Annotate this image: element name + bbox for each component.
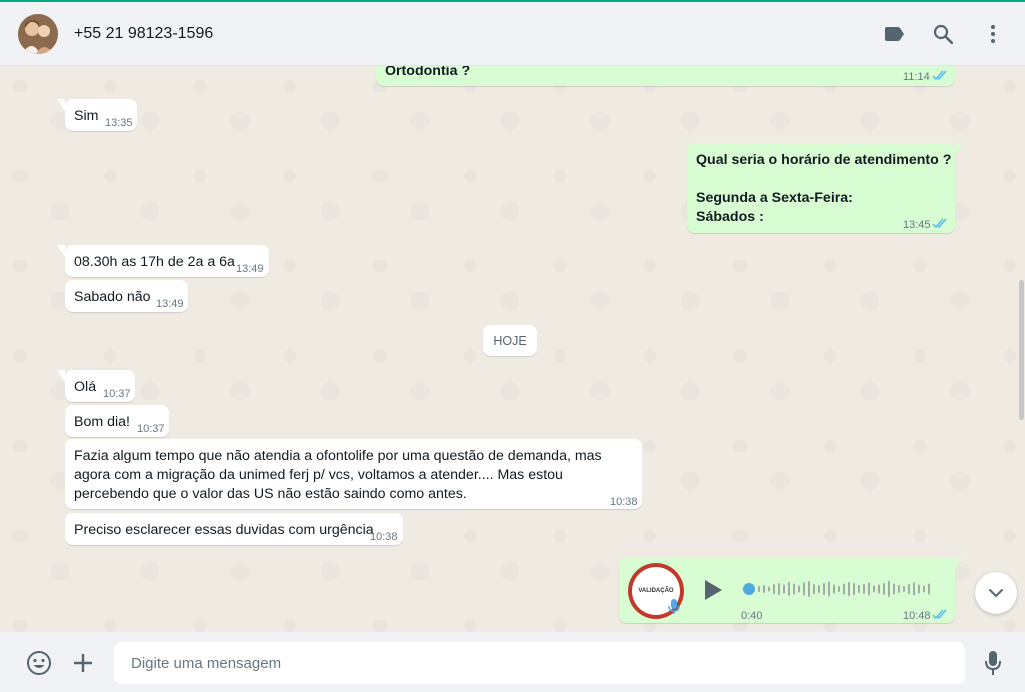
avatar-text: VALIDAÇÃO	[638, 587, 674, 594]
composer-bar	[0, 632, 1025, 692]
message-time: 10:38	[370, 531, 398, 543]
waveform-bar	[768, 586, 770, 592]
waveform-bar	[868, 582, 870, 596]
message-incoming[interactable]: 08.30h as 17h de 2a a 6a 13:49	[57, 245, 269, 277]
message-incoming[interactable]: Olá 10:37	[57, 370, 135, 402]
waveform-bar	[763, 585, 765, 593]
message-input[interactable]	[114, 642, 965, 684]
message-time: 10:37	[103, 388, 131, 400]
message-line: Fazia algum tempo que não atendia a ofon…	[74, 448, 602, 464]
chat-header: +55 21 98123-1596	[0, 0, 1025, 66]
message-line: Sábados :	[696, 209, 764, 225]
voice-message[interactable]: VALIDAÇÃO 0:40 10:48	[619, 557, 963, 626]
waveform-bar	[848, 582, 850, 596]
message-text: Olá	[74, 379, 97, 395]
mic-icon	[668, 599, 680, 621]
message-time: 13:35	[105, 117, 133, 129]
voice-waveform[interactable]	[743, 577, 935, 601]
playback-position-handle[interactable]	[743, 583, 755, 595]
attach-plus-icon[interactable]	[70, 650, 96, 676]
message-line: Segunda a Sexta-Feira:	[696, 190, 853, 206]
scrollbar[interactable]	[1019, 280, 1024, 420]
date-divider: HOJE	[483, 325, 537, 356]
waveform-bar	[903, 586, 905, 592]
waveform-bar	[788, 582, 790, 596]
waveform-bar	[843, 583, 845, 595]
read-ticks-icon	[932, 607, 948, 626]
message-text: Sim	[74, 108, 99, 124]
message-line: agora com a migração da unimed ferj p/ v…	[74, 467, 563, 483]
waveform-bar	[918, 584, 920, 594]
message-time: 11:14	[903, 71, 930, 83]
message-text: Ortodontia ?	[385, 66, 471, 79]
scroll-to-bottom-button[interactable]	[975, 572, 1017, 614]
message-time: 13:45	[903, 219, 931, 231]
message-text: Bom dia!	[74, 414, 130, 430]
message-outgoing[interactable]: Ortodontia ? 11:14	[376, 66, 955, 86]
waveform-bar	[838, 586, 840, 592]
waveform-bar	[883, 583, 885, 595]
message-incoming[interactable]: Sabado não 13:49	[65, 280, 188, 312]
waveform-bar	[878, 584, 880, 594]
waveform-bar	[853, 583, 855, 595]
waveform-bar	[893, 583, 895, 595]
waveform-bar	[803, 582, 805, 596]
waveform-bar	[888, 581, 890, 597]
waveform-bar	[923, 585, 925, 593]
message-line: Qual seria o horário de atendimento ?	[696, 152, 952, 168]
message-time: 13:49	[236, 263, 264, 275]
message-outgoing[interactable]: Qual seria o horário de atendimento ? Se…	[687, 143, 963, 235]
waveform-bar	[823, 583, 825, 595]
waveform-bar	[818, 585, 820, 593]
message-list[interactable]: Ortodontia ? 11:14 Sim 13:35 Qual seria …	[0, 66, 1025, 632]
waveform-bar	[778, 583, 780, 595]
waveform-bar	[758, 586, 760, 592]
waveform-bar	[863, 584, 865, 594]
waveform-bar	[813, 584, 815, 594]
waveform-bar	[928, 583, 930, 595]
chevron-down-icon	[989, 589, 1003, 598]
waveform-bar	[808, 581, 810, 597]
waveform-bar	[828, 581, 830, 597]
waveform-bar	[798, 585, 800, 593]
message-incoming[interactable]: Fazia algum tempo que não atendia a ofon…	[65, 439, 642, 509]
waveform-bar	[873, 585, 875, 593]
message-text: 08.30h as 17h de 2a a 6a	[74, 254, 235, 270]
label-icon[interactable]	[882, 22, 906, 46]
waveform-bar	[773, 584, 775, 594]
message-time: 10:37	[137, 423, 165, 435]
whatsapp-chat-window: +55 21 98123-1596 Ortodontia ? 11:14 Sim…	[0, 0, 1025, 692]
message-line: percebendo que o valor das US não estão …	[74, 486, 467, 502]
waveform-bar	[908, 584, 910, 594]
waveform-bar	[833, 584, 835, 594]
play-icon[interactable]	[703, 579, 723, 607]
waveform-bar	[783, 584, 785, 594]
microphone-icon[interactable]	[980, 650, 1006, 676]
waveform-bar	[898, 585, 900, 593]
message-incoming[interactable]: Sim 13:35	[57, 99, 137, 131]
message-time: 13:49	[156, 298, 184, 310]
message-time: 10:48	[903, 610, 931, 622]
message-text: Preciso esclarecer essas duvidas com urg…	[74, 522, 374, 538]
read-ticks-icon	[932, 68, 948, 87]
contact-avatar[interactable]	[18, 14, 58, 54]
message-incoming[interactable]: Preciso esclarecer essas duvidas com urg…	[65, 513, 403, 545]
waveform-bar	[913, 582, 915, 596]
waveform-bar	[793, 583, 795, 595]
message-text: Sabado não	[74, 289, 151, 305]
waveform-bar	[858, 585, 860, 593]
read-ticks-icon	[932, 216, 948, 235]
search-icon[interactable]	[931, 22, 955, 46]
message-time: 10:38	[610, 496, 638, 508]
menu-icon[interactable]	[981, 22, 1005, 46]
emoji-icon[interactable]	[26, 650, 52, 676]
message-incoming[interactable]: Bom dia! 10:37	[65, 405, 169, 437]
contact-name[interactable]: +55 21 98123-1596	[74, 25, 213, 43]
voice-duration: 0:40	[741, 610, 763, 622]
